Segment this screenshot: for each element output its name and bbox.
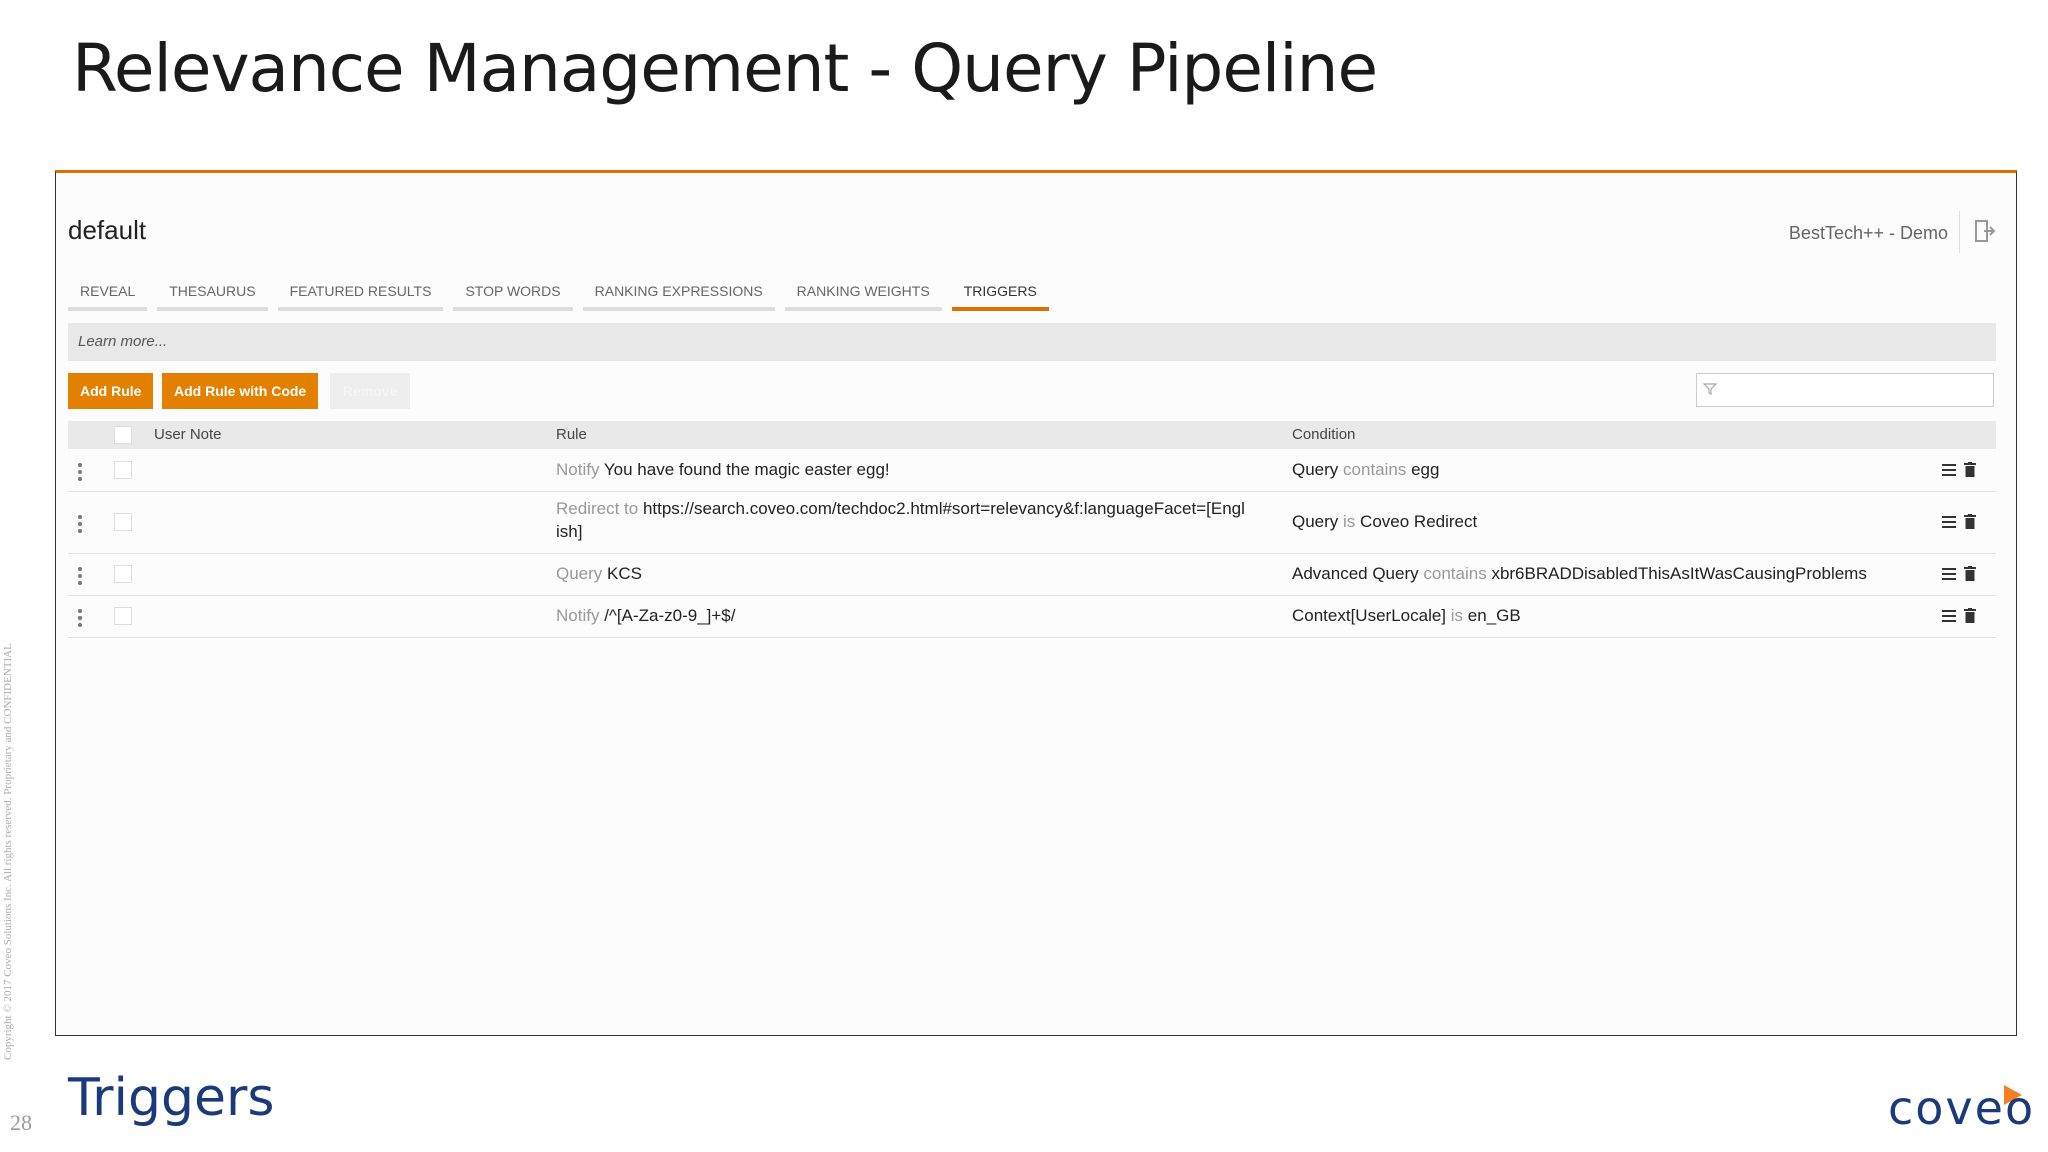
condition-field: Context[UserLocale] bbox=[1292, 606, 1447, 625]
col-header-user-note[interactable]: User Note bbox=[154, 426, 222, 443]
condition-cell: Advanced Query contains xbr6BRADDisabled… bbox=[1292, 562, 1932, 585]
rule-action: Notify bbox=[556, 460, 600, 479]
condition-value: en_GB bbox=[1467, 606, 1521, 625]
tab-ranking-expressions[interactable]: RANKING EXPRESSIONS bbox=[582, 277, 775, 311]
rule-value: KCS bbox=[607, 564, 642, 583]
rule-action: Redirect to bbox=[556, 499, 639, 518]
rule-action: Notify bbox=[556, 606, 600, 625]
rule-cell: Redirect to https://search.coveo.com/tec… bbox=[556, 497, 1246, 543]
row-checkbox[interactable] bbox=[114, 461, 132, 479]
tab-ranking-weights[interactable]: RANKING WEIGHTS bbox=[784, 277, 942, 311]
tab-stop-words[interactable]: STOP WORDS bbox=[453, 277, 573, 311]
condition-cell: Context[UserLocale] is en_GB bbox=[1292, 604, 1932, 627]
row-checkbox[interactable] bbox=[114, 607, 132, 625]
menu-icon[interactable] bbox=[1942, 567, 1956, 581]
trash-icon[interactable] bbox=[1964, 608, 1976, 623]
menu-icon[interactable] bbox=[1942, 463, 1956, 477]
row-checkbox[interactable] bbox=[114, 565, 132, 583]
rule-cell: Notify You have found the magic easter e… bbox=[556, 458, 1246, 481]
copyright-note: Copyright © 2017 Coveo Solutions Inc. Al… bbox=[2, 643, 14, 1060]
tab-reveal[interactable]: REVEAL bbox=[68, 277, 148, 311]
learn-more-link[interactable]: Learn more... bbox=[78, 333, 167, 350]
trash-icon[interactable] bbox=[1964, 566, 1976, 581]
condition-cell: Query contains egg bbox=[1292, 458, 1932, 481]
header-divider bbox=[1959, 211, 1960, 253]
app-window: default BestTech++ - Demo REVEAL THESAUR… bbox=[55, 170, 2017, 1036]
rule-value: You have found the magic easter egg! bbox=[603, 460, 890, 479]
rule-action: Query bbox=[556, 564, 603, 583]
tab-bar: REVEAL THESAURUS FEATURED RESULTS STOP W… bbox=[68, 277, 1049, 311]
menu-icon[interactable] bbox=[1942, 515, 1956, 529]
org-name[interactable]: BestTech++ - Demo bbox=[1789, 223, 1948, 244]
page-number: 28 bbox=[10, 1110, 32, 1135]
trash-icon[interactable] bbox=[1964, 514, 1976, 529]
select-all-checkbox[interactable] bbox=[114, 426, 132, 444]
condition-operator: is bbox=[1450, 606, 1464, 625]
col-header-rule[interactable]: Rule bbox=[556, 426, 587, 443]
table-row[interactable]: Notify /^[A-Za-z0-9_]+$/ Context[UserLoc… bbox=[68, 595, 1996, 638]
section-label: Triggers bbox=[68, 1068, 275, 1128]
tab-triggers[interactable]: TRIGGERS bbox=[951, 277, 1049, 311]
drag-handle-icon[interactable] bbox=[78, 609, 82, 630]
table-row[interactable]: Query KCS Advanced Query contains xbr6BR… bbox=[68, 553, 1996, 596]
drag-handle-icon[interactable] bbox=[78, 463, 82, 484]
coveo-logo: coveo bbox=[1888, 1081, 2033, 1135]
condition-field: Advanced Query bbox=[1292, 564, 1419, 583]
exit-icon[interactable] bbox=[1974, 219, 1996, 243]
trash-icon[interactable] bbox=[1964, 462, 1976, 477]
filter-input[interactable] bbox=[1696, 373, 1994, 407]
table-row[interactable]: Notify You have found the magic easter e… bbox=[68, 449, 1996, 492]
rule-value: /^[A-Za-z0-9_]+$/ bbox=[604, 606, 736, 625]
condition-field: Query bbox=[1292, 460, 1339, 479]
remove-button[interactable]: Remove bbox=[330, 373, 410, 409]
drag-handle-icon[interactable] bbox=[78, 567, 82, 588]
table-row[interactable]: Redirect to https://search.coveo.com/tec… bbox=[68, 491, 1996, 554]
condition-value: egg bbox=[1411, 460, 1440, 479]
slide-title: Relevance Management - Query Pipeline bbox=[72, 30, 1378, 107]
rule-cell: Query KCS bbox=[556, 562, 1246, 585]
condition-operator: is bbox=[1343, 512, 1356, 531]
learn-more-bar: Learn more... bbox=[68, 323, 1996, 361]
condition-cell: Query is Coveo Redirect bbox=[1292, 510, 1932, 533]
rule-value: https://search.coveo.com/techdoc2.html#s… bbox=[556, 499, 1245, 541]
col-header-condition[interactable]: Condition bbox=[1292, 426, 1355, 443]
table-header: User Note Rule Condition bbox=[68, 421, 1996, 449]
row-checkbox[interactable] bbox=[114, 513, 132, 531]
tab-thesaurus[interactable]: THESAURUS bbox=[157, 277, 268, 311]
condition-value: Coveo Redirect bbox=[1360, 512, 1478, 531]
rule-cell: Notify /^[A-Za-z0-9_]+$/ bbox=[556, 604, 1246, 627]
add-rule-with-code-button[interactable]: Add Rule with Code bbox=[162, 373, 319, 409]
tab-featured-results[interactable]: FEATURED RESULTS bbox=[277, 277, 444, 311]
logo-text: coveo bbox=[1888, 1081, 2036, 1135]
filter-icon bbox=[1703, 383, 1717, 395]
condition-operator: contains bbox=[1343, 460, 1407, 479]
pipeline-name: default bbox=[68, 215, 147, 245]
add-rule-button[interactable]: Add Rule bbox=[68, 373, 154, 409]
menu-icon[interactable] bbox=[1942, 609, 1956, 623]
drag-handle-icon[interactable] bbox=[78, 515, 82, 536]
condition-field: Query bbox=[1292, 512, 1339, 531]
condition-value: xbr6BRADDisabledThisAsItWasCausingProble… bbox=[1491, 564, 1867, 583]
condition-operator: contains bbox=[1423, 564, 1487, 583]
